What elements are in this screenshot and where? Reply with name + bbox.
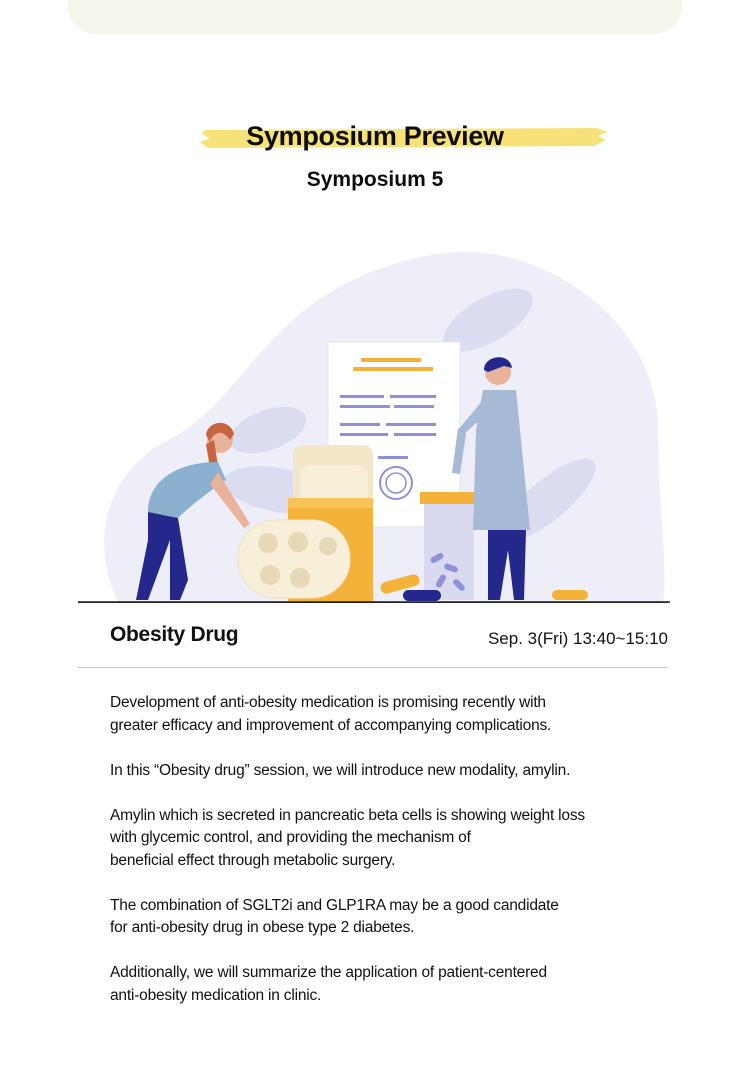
session-time: Sep. 3(Fri) 13:40~15:10 <box>487 629 668 648</box>
text-line: beneficial effect through metabolic surg… <box>110 851 396 869</box>
page-title: Symposium Preview <box>246 121 504 151</box>
top-banner <box>68 0 682 34</box>
text-line: with glycemic control, and providing the… <box>110 829 471 846</box>
session-header: Obesity Drug Sep. 3(Fri) 13:40~15:10 <box>78 602 668 668</box>
session-name: Obesity Drug <box>110 623 239 646</box>
heading: Symposium Preview Symposium 5 <box>0 112 750 200</box>
paragraph: The combination of SGLT2i and GLP1RA may… <box>110 895 670 940</box>
paragraph: Development of anti-obesity medication i… <box>110 692 670 737</box>
text-line: for anti-obesity drug in obese type 2 di… <box>110 919 415 936</box>
hero-illustration <box>78 252 670 603</box>
paragraph: Additionally, we will summarize the appl… <box>110 962 670 1007</box>
text-line: Development of anti-obesity medication i… <box>110 694 546 711</box>
paragraph: Amylin which is secreted in pancreatic b… <box>110 805 670 873</box>
session-description: Development of anti-obesity medication i… <box>110 692 670 1030</box>
text-line: In this “Obesity drug” session, we will … <box>110 761 571 779</box>
page-subtitle: Symposium 5 <box>306 168 444 191</box>
text-line: The combination of SGLT2i and GLP1RA may… <box>110 896 559 914</box>
paragraph: In this “Obesity drug” session, we will … <box>110 760 670 783</box>
text-line: anti-obesity medication in clinic. <box>110 986 322 1004</box>
text-line: Additionally, we will summarize the appl… <box>110 964 547 981</box>
text-line: greater efficacy and improvement of acco… <box>110 716 552 734</box>
text-line: Amylin which is secreted in pancreatic b… <box>110 806 585 824</box>
